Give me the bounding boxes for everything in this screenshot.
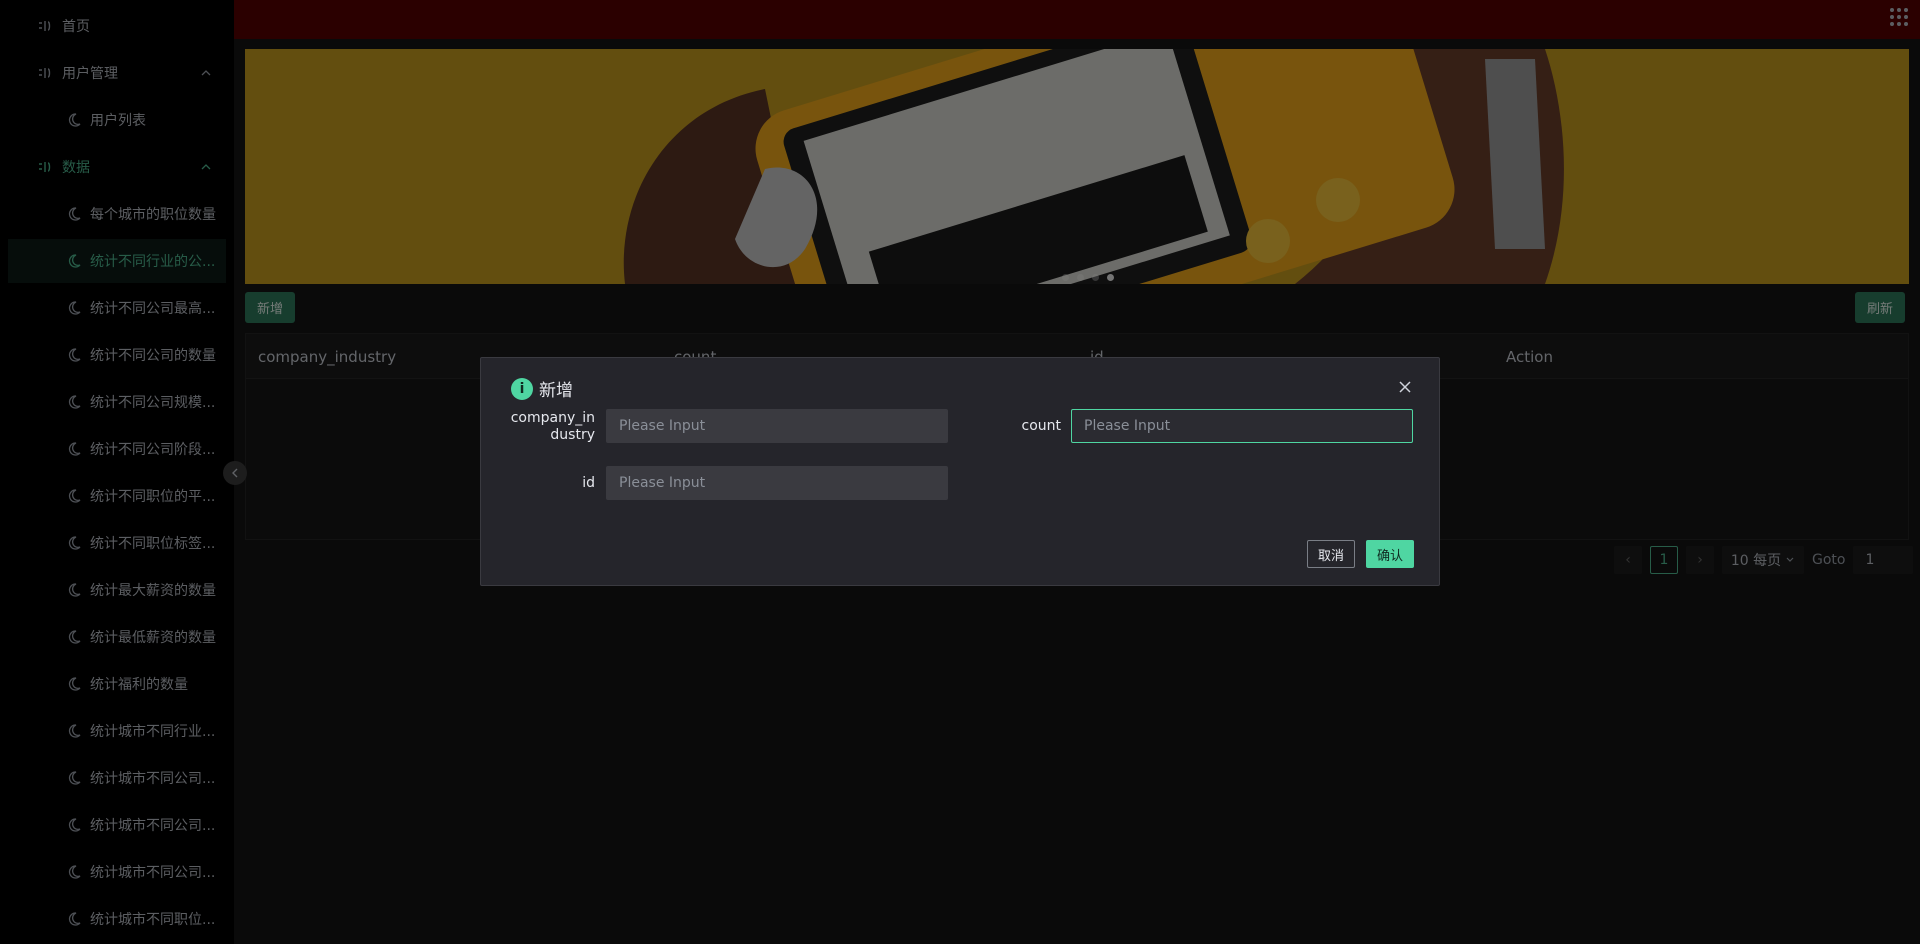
company-industry-input[interactable]: Please Input	[606, 409, 948, 443]
field-label-id: id	[582, 475, 595, 491]
close-icon[interactable]	[1397, 379, 1413, 395]
id-input[interactable]: Please Input	[606, 466, 948, 500]
cancel-button[interactable]: 取消	[1307, 540, 1355, 568]
count-input[interactable]: Please Input	[1071, 409, 1413, 443]
add-dialog: i 新增 company_in dustry Please Input coun…	[480, 357, 1440, 586]
info-icon: i	[511, 377, 533, 400]
field-label-company-industry: company_in dustry	[510, 410, 595, 443]
field-label-count: count	[1021, 418, 1062, 434]
confirm-button[interactable]: 确认	[1366, 540, 1414, 568]
dialog-title: i 新增	[511, 376, 573, 401]
dialog-title-text: 新增	[539, 381, 573, 401]
